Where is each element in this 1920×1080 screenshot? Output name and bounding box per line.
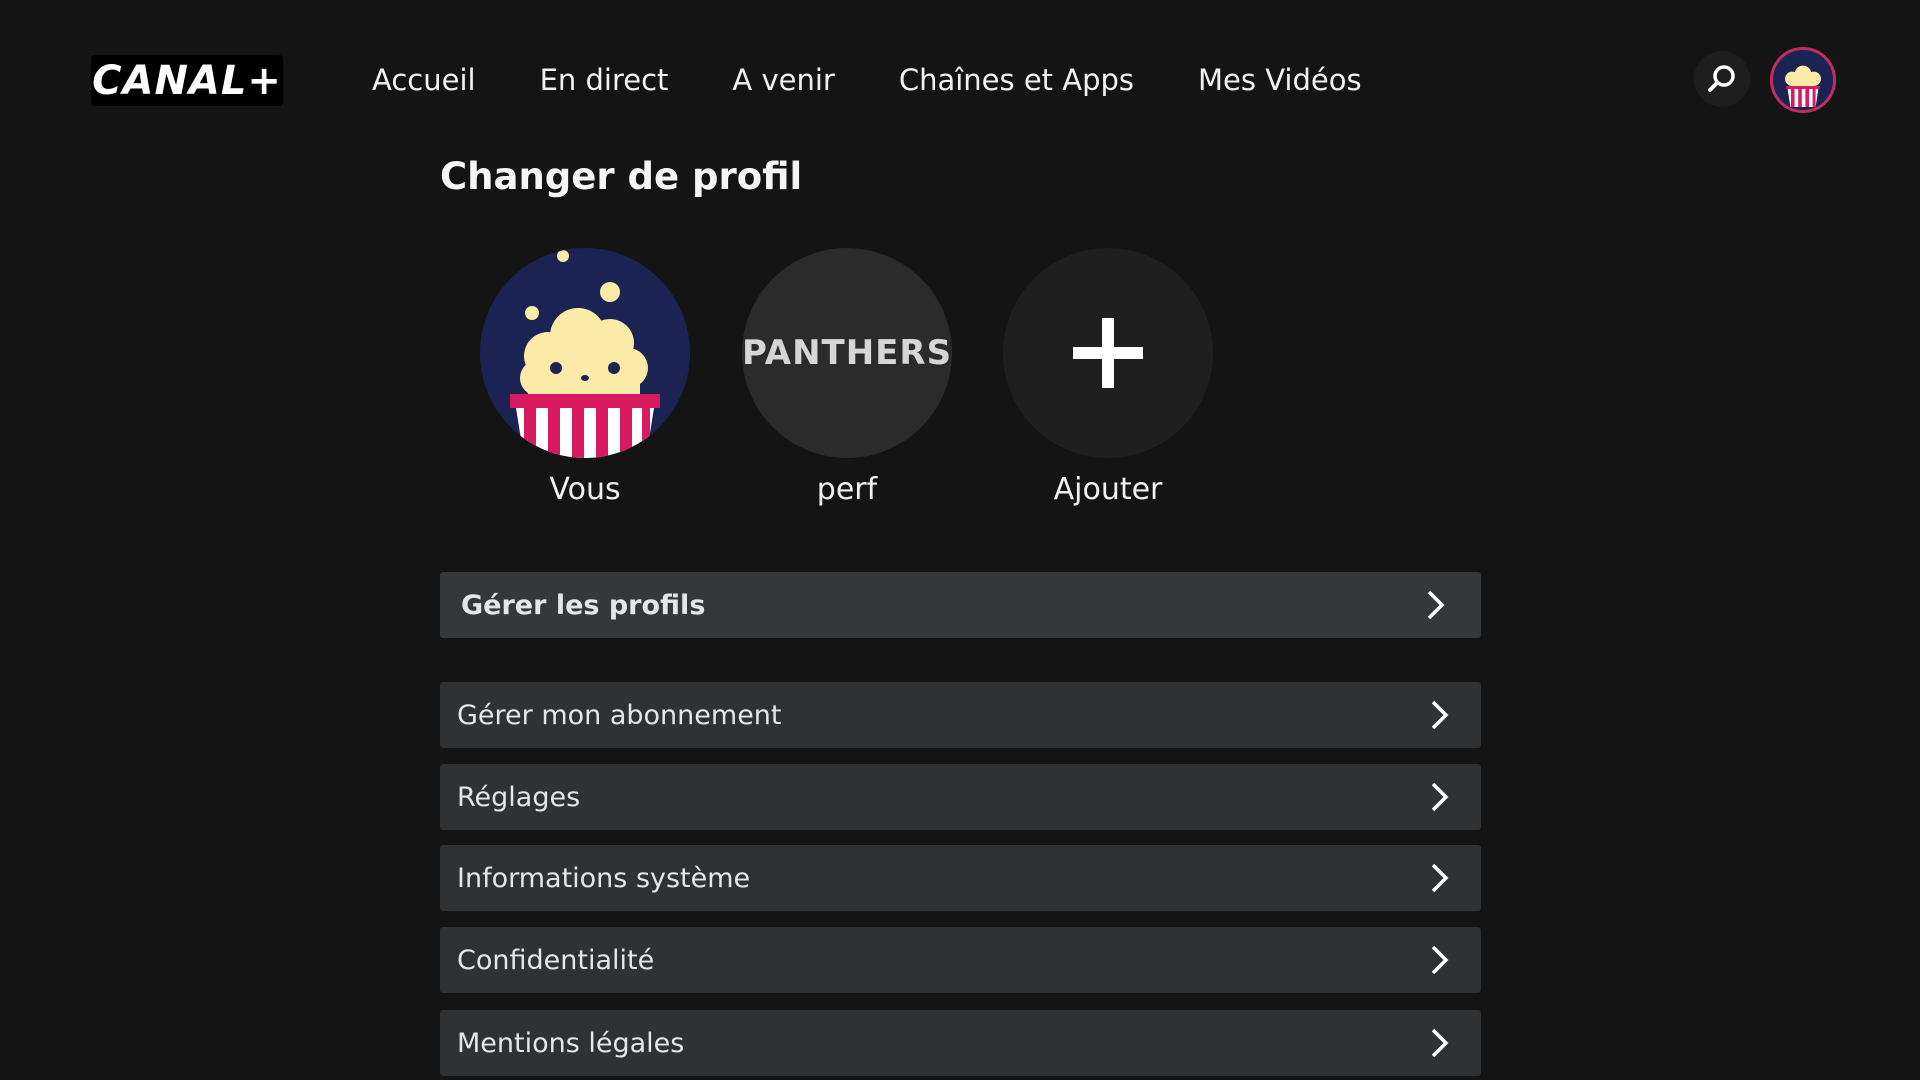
menu-item-label: Informations système xyxy=(457,862,751,894)
popcorn-avatar-icon xyxy=(1773,50,1833,110)
profile-name: Ajouter xyxy=(1053,472,1163,507)
menu-item-label: Gérer les profils xyxy=(461,589,706,621)
chevron-right-icon xyxy=(1427,590,1445,620)
popcorn-avatar-icon xyxy=(480,248,690,458)
main-nav: Accueil En direct A venir Chaînes et App… xyxy=(372,56,1426,104)
nav-item-mes-videos[interactable]: Mes Vidéos xyxy=(1198,63,1362,97)
add-profile-circle xyxy=(1003,248,1213,458)
nav-item-chaines-et-apps[interactable]: Chaînes et Apps xyxy=(899,63,1134,97)
menu-item-gerer-les-profils[interactable]: Gérer les profils xyxy=(440,572,1481,638)
profile-list: Vous PANTHERS perf Ajouter xyxy=(480,248,1220,518)
nav-item-accueil[interactable]: Accueil xyxy=(372,63,476,97)
page-title: Changer de profil xyxy=(440,155,803,198)
menu-item-label: Gérer mon abonnement xyxy=(457,699,782,731)
menu-item-informations-systeme[interactable]: Informations système xyxy=(440,845,1481,911)
profile-avatar xyxy=(480,248,690,458)
profile-vous[interactable]: Vous xyxy=(480,248,690,507)
current-profile-avatar[interactable] xyxy=(1770,47,1836,113)
chevron-right-icon xyxy=(1431,1028,1449,1058)
chevron-right-icon xyxy=(1431,782,1449,812)
menu-item-confidentialite[interactable]: Confidentialité xyxy=(440,927,1481,993)
profile-name: perf xyxy=(816,472,878,507)
plus-icon xyxy=(1073,318,1143,388)
chevron-right-icon xyxy=(1431,945,1449,975)
profile-name: Vous xyxy=(549,472,621,507)
search-icon xyxy=(1708,65,1735,92)
add-profile-button[interactable]: Ajouter xyxy=(1003,248,1213,507)
canal-plus-logo[interactable]: CANAL+ xyxy=(91,55,283,106)
panthers-avatar-text: PANTHERS xyxy=(742,333,952,373)
menu-item-reglages[interactable]: Réglages xyxy=(440,764,1481,830)
menu-item-label: Confidentialité xyxy=(457,944,655,976)
nav-item-a-venir[interactable]: A venir xyxy=(732,63,834,97)
profile-avatar: PANTHERS xyxy=(742,248,952,458)
chevron-right-icon xyxy=(1431,863,1449,893)
top-navigation-bar: CANAL+ Accueil En direct A venir Chaînes… xyxy=(0,0,1920,160)
menu-item-label: Mentions légales xyxy=(457,1027,685,1059)
nav-item-en-direct[interactable]: En direct xyxy=(540,63,669,97)
search-button[interactable] xyxy=(1694,51,1750,107)
menu-item-label: Réglages xyxy=(457,781,581,813)
menu-item-mentions-legales[interactable]: Mentions légales xyxy=(440,1010,1481,1076)
menu-item-gerer-mon-abonnement[interactable]: Gérer mon abonnement xyxy=(440,682,1481,748)
chevron-right-icon xyxy=(1431,700,1449,730)
profile-perf[interactable]: PANTHERS perf xyxy=(742,248,952,507)
